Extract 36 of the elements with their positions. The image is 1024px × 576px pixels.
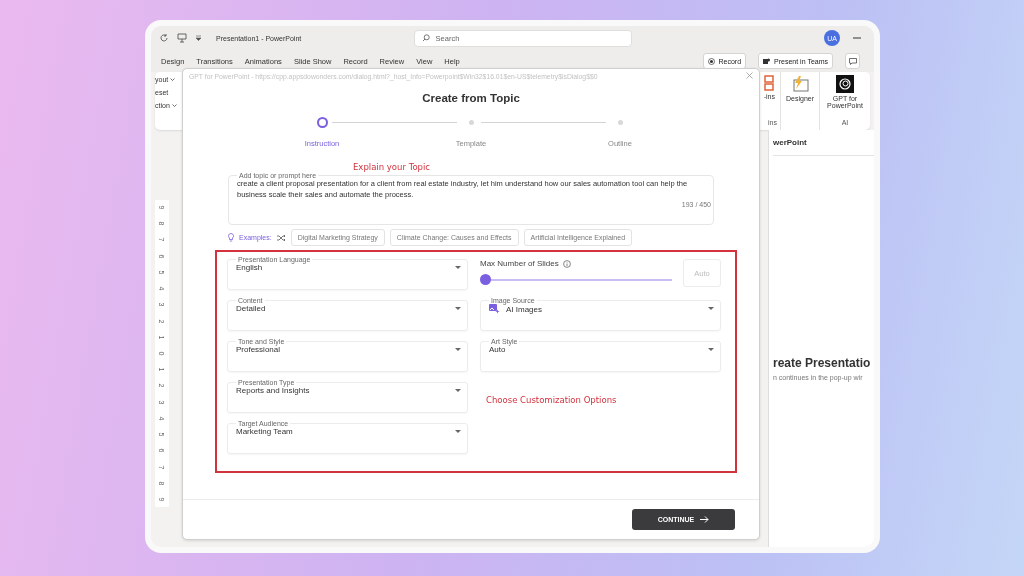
chevron-down-icon: [171, 104, 177, 107]
info-icon: [562, 259, 571, 268]
step-marker[interactable]: [617, 120, 623, 125]
step-marker[interactable]: [316, 117, 328, 128]
caret-icon: [708, 347, 714, 352]
caret-icon: [455, 265, 461, 270]
dialog-title: Create from Topic: [422, 92, 520, 104]
slider-label: Max Number of Slides: [480, 259, 559, 268]
pane-title: werPoint: [773, 130, 874, 156]
image-sparkle-icon: [489, 304, 500, 314]
chevron-down-icon: [170, 78, 176, 81]
search-icon: [421, 34, 430, 42]
dropdown-icon[interactable]: [195, 35, 202, 41]
arrow-right-icon: [700, 516, 710, 523]
slider-thumb[interactable]: [480, 274, 491, 285]
caret-icon: [455, 388, 461, 393]
presenter-icon[interactable]: [177, 33, 187, 43]
caret-icon: [708, 307, 714, 311]
caret-icon: [455, 306, 461, 311]
swirl-logo-icon: [836, 75, 854, 93]
shuffle-icon[interactable]: [276, 233, 286, 242]
caret-icon: [455, 429, 461, 434]
caret-icon: [455, 347, 461, 352]
annotation-text: Explain your Topic: [353, 162, 430, 172]
lightbulb-icon: [228, 233, 234, 242]
record-icon: [708, 57, 716, 65]
grid-icon: [764, 75, 775, 91]
annotation-text: Choose Customization Options: [486, 395, 617, 405]
step-marker[interactable]: [468, 120, 474, 125]
refresh-icon[interactable]: [159, 33, 169, 43]
close-icon: [746, 72, 753, 79]
lightning-window-icon: [790, 75, 810, 93]
comment-button[interactable]: [845, 53, 860, 69]
comment-icon: [848, 57, 857, 65]
pane-heading: reate Presentatio: [773, 356, 872, 370]
slider-track[interactable]: [480, 274, 672, 285]
